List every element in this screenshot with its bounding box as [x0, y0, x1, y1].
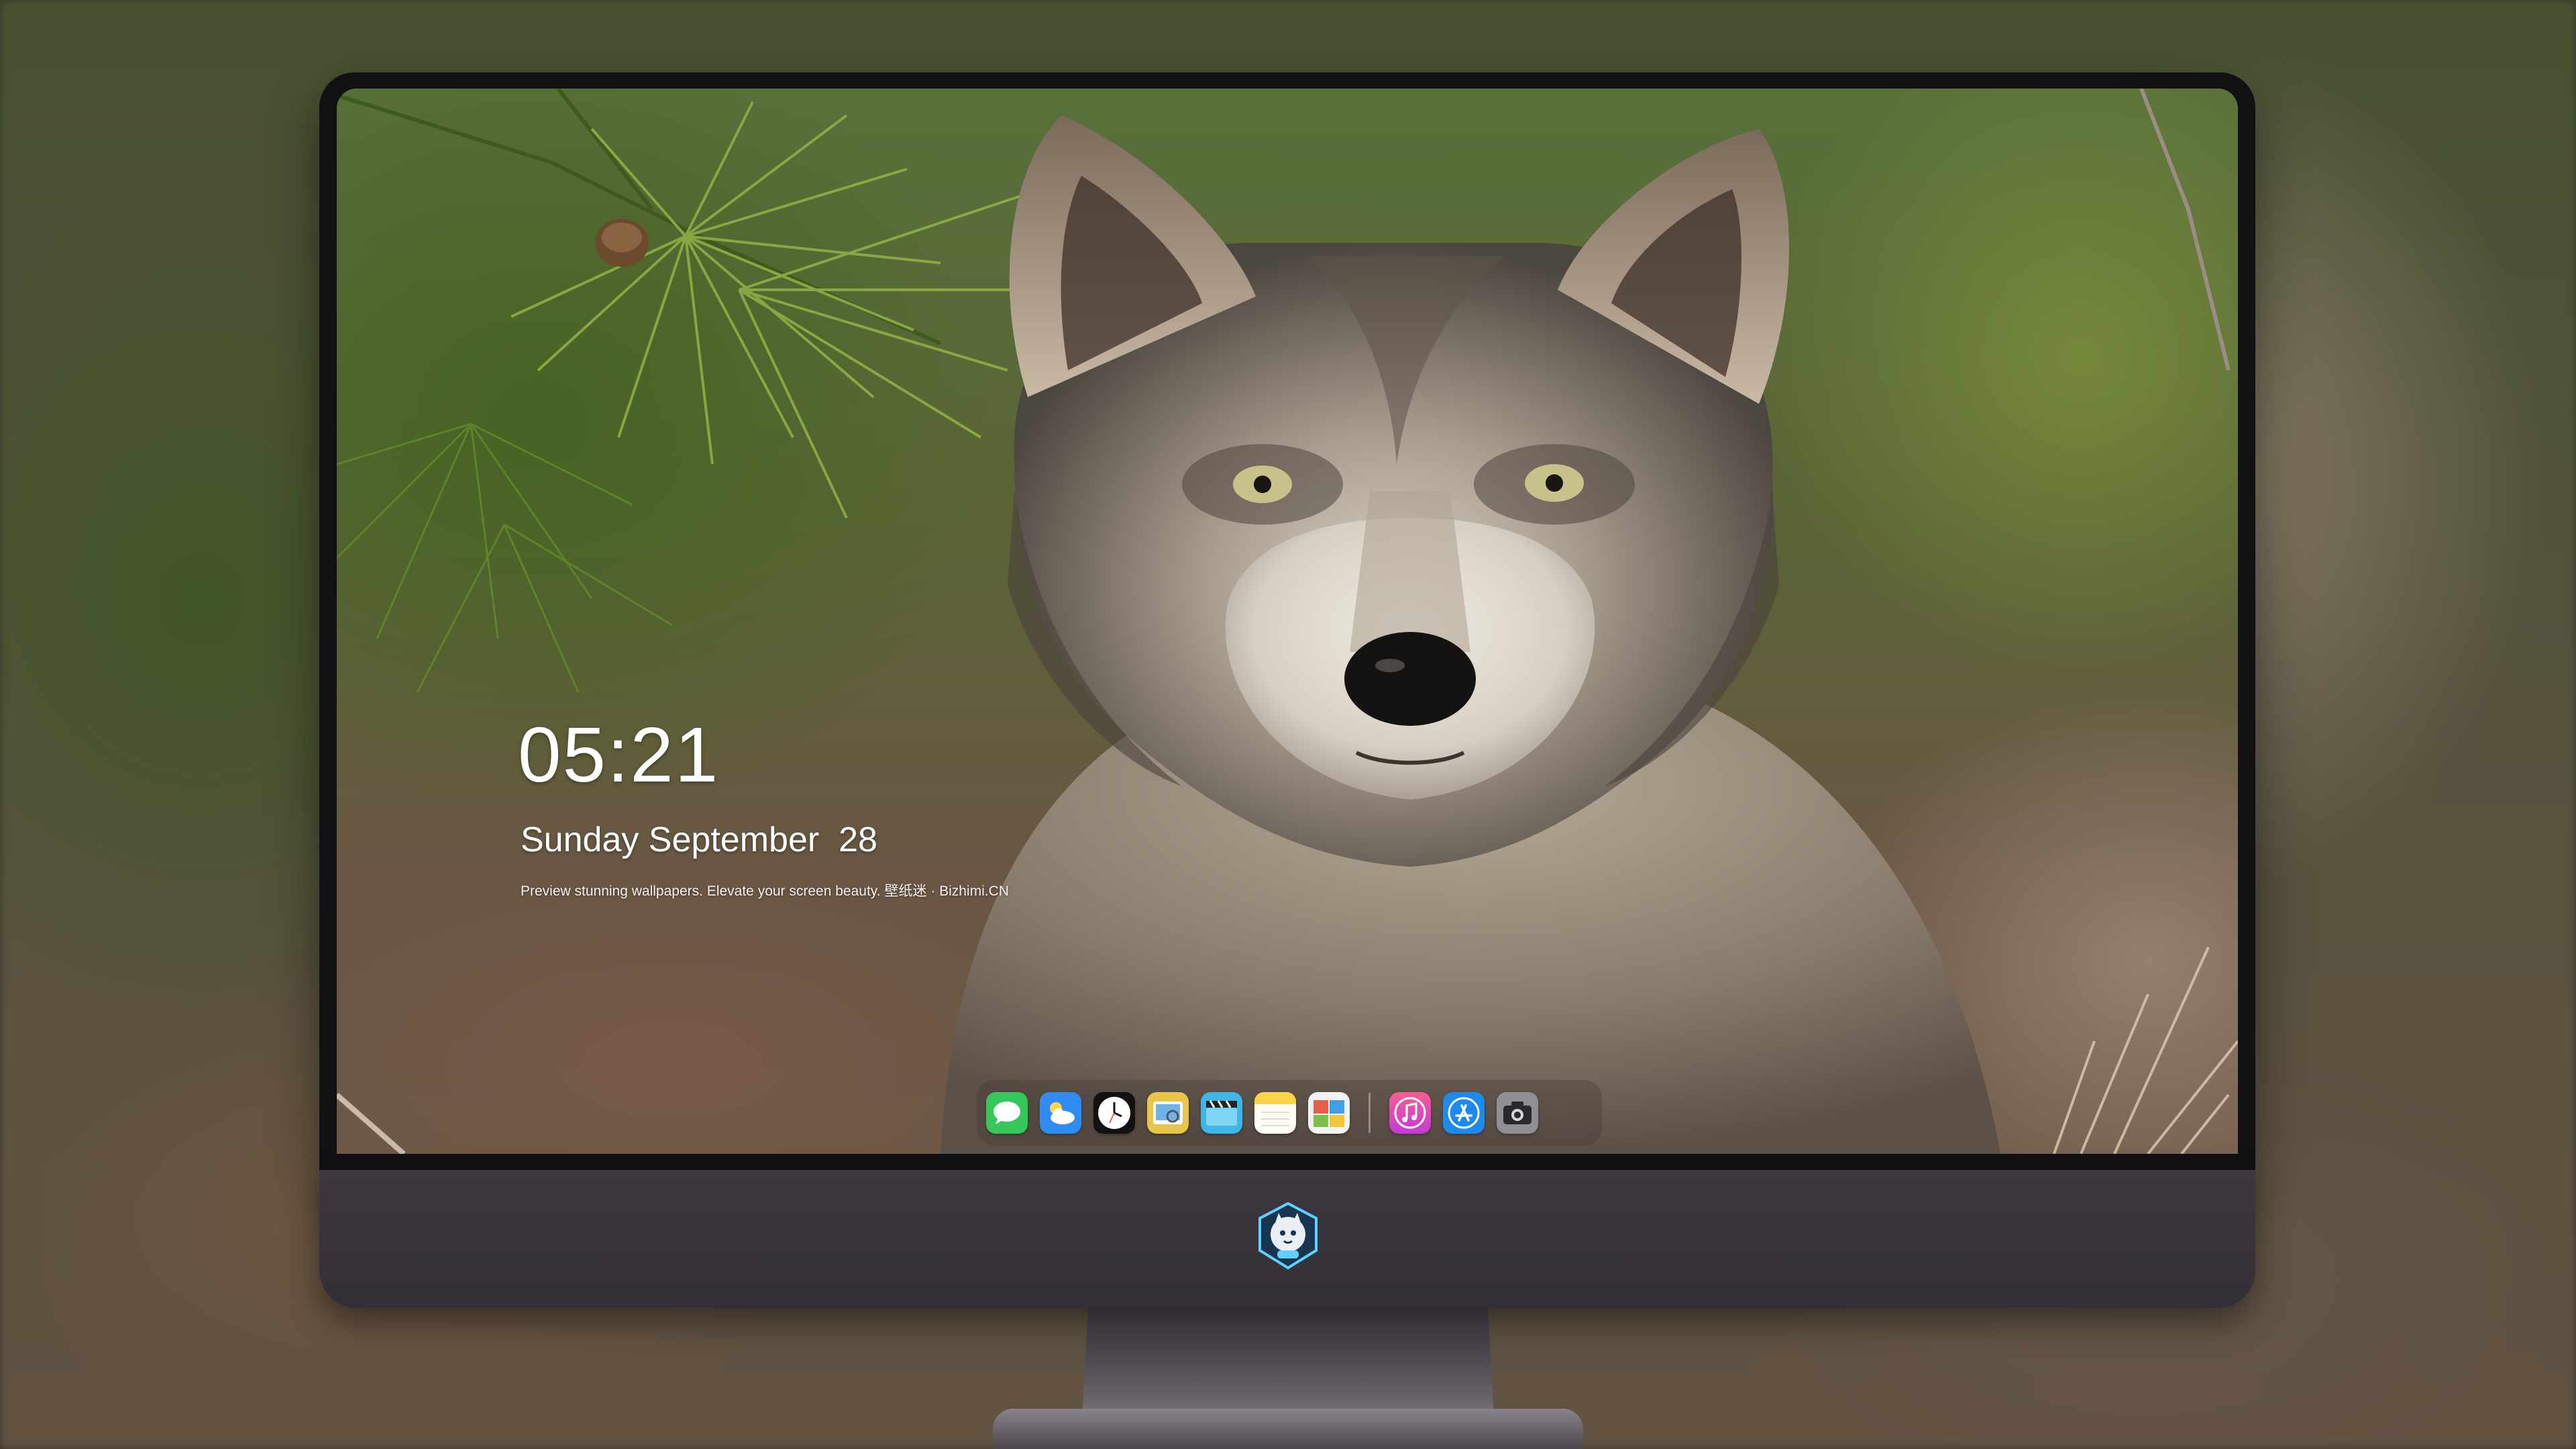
desktop-screen: 05:21 Sunday September 28 Preview stunni…	[337, 89, 2238, 1154]
lock-screen-tagline: Preview stunning wallpapers. Elevate you…	[521, 883, 1009, 899]
notes-icon[interactable]	[1254, 1092, 1296, 1134]
dock	[977, 1080, 1602, 1146]
clock-icon[interactable]	[1093, 1092, 1135, 1134]
mascot-logo-icon	[1258, 1201, 1318, 1270]
messages-icon[interactable]	[986, 1092, 1028, 1134]
weather-icon[interactable]	[1040, 1092, 1081, 1134]
clips-icon[interactable]	[1201, 1092, 1242, 1134]
lock-screen-time: 05:21	[518, 711, 720, 798]
music-icon[interactable]	[1389, 1092, 1431, 1134]
camera-icon[interactable]	[1497, 1092, 1538, 1134]
photo-icon[interactable]	[1308, 1092, 1350, 1134]
app-store-icon[interactable]	[1443, 1092, 1485, 1134]
preview-icon[interactable]	[1147, 1092, 1189, 1134]
dock-separator	[1368, 1093, 1371, 1133]
wallpaper-wolf-image	[337, 89, 2238, 1154]
lock-screen-date: Sunday September 28	[521, 820, 877, 859]
monitor-stand-base	[993, 1409, 1583, 1449]
